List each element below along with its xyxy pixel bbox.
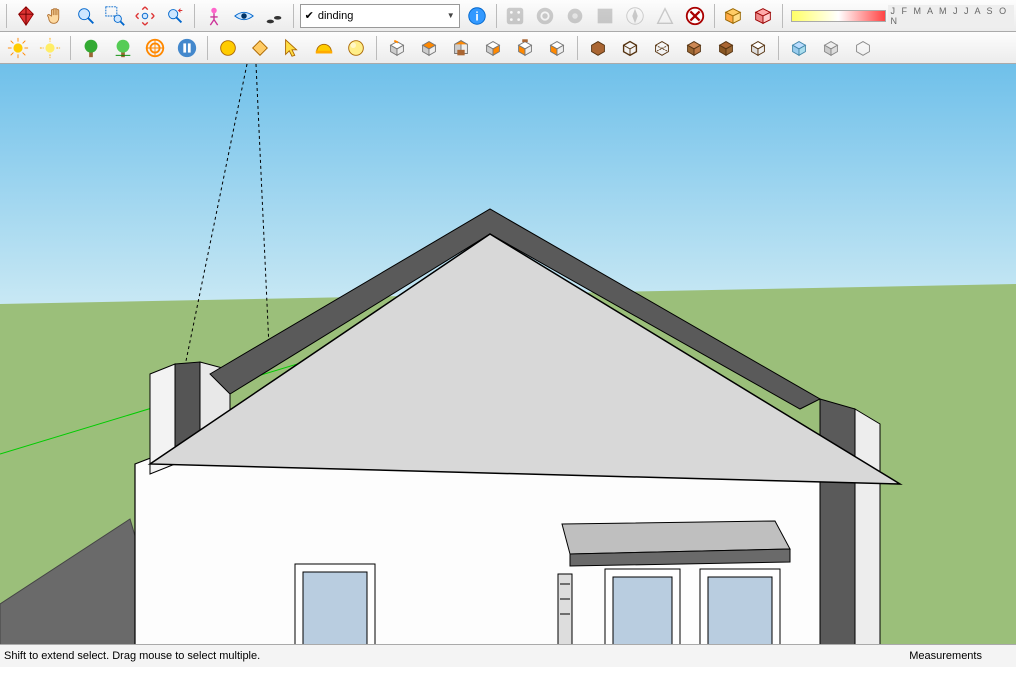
separator — [778, 36, 779, 60]
status-hint: Shift to extend select. Drag mouse to se… — [4, 650, 260, 662]
zoom-window-icon[interactable] — [102, 1, 130, 31]
measurements-divider — [893, 650, 909, 662]
separator — [376, 36, 377, 60]
triangle-icon[interactable] — [651, 1, 679, 31]
separator — [293, 4, 294, 28]
status-bar: Shift to extend select. Drag mouse to se… — [0, 644, 1016, 667]
toolbar-row-2 — [0, 32, 1016, 64]
target-icon[interactable] — [140, 33, 170, 63]
style5-icon[interactable] — [711, 33, 741, 63]
box1-icon[interactable] — [719, 1, 747, 31]
magnifier-icon[interactable] — [72, 1, 100, 31]
info-icon[interactable]: i — [463, 1, 491, 31]
person-icon[interactable] — [200, 1, 228, 31]
front-icon[interactable] — [446, 33, 476, 63]
left-icon[interactable] — [542, 33, 572, 63]
render2-icon[interactable] — [816, 33, 846, 63]
style2-icon[interactable] — [615, 33, 645, 63]
box2-icon[interactable] — [749, 1, 777, 31]
ball-icon[interactable] — [213, 33, 243, 63]
ball2-icon[interactable] — [341, 33, 371, 63]
layer-dropdown[interactable]: ✔ dinding ▼ — [300, 4, 460, 28]
sun-gradient — [791, 10, 885, 22]
compass-icon[interactable] — [621, 1, 649, 31]
right-icon[interactable] — [478, 33, 508, 63]
separator — [577, 36, 578, 60]
gear3-icon[interactable] — [591, 1, 619, 31]
separator — [714, 4, 715, 28]
iso-icon[interactable] — [382, 33, 412, 63]
chevron-down-icon: ▼ — [447, 11, 455, 20]
render3-icon[interactable] — [848, 33, 878, 63]
check-icon: ✔ — [305, 9, 314, 22]
toolbar-row-1: ✔ dinding ▼ i J F M A M J J A S O N — [0, 0, 1016, 32]
top-icon[interactable] — [414, 33, 444, 63]
gear-icon[interactable] — [531, 1, 559, 31]
x-icon[interactable] — [681, 1, 709, 31]
tree2-icon[interactable] — [108, 33, 138, 63]
zoom-extents-icon[interactable] — [131, 1, 159, 31]
style3-icon[interactable] — [647, 33, 677, 63]
kite-icon[interactable] — [12, 1, 40, 31]
3d-viewport[interactable] — [0, 64, 1016, 644]
walk-icon[interactable] — [260, 1, 288, 31]
gear2-icon[interactable] — [561, 1, 589, 31]
back-icon[interactable] — [510, 33, 540, 63]
cursor-icon[interactable] — [277, 33, 307, 63]
zoom-prev-icon[interactable] — [161, 1, 189, 31]
render1-icon[interactable] — [784, 33, 814, 63]
svg-text:i: i — [475, 9, 478, 23]
measurements-label: Measurements — [909, 650, 982, 662]
sun1-icon[interactable] — [3, 33, 33, 63]
tree1-icon[interactable] — [76, 33, 106, 63]
helmet-icon[interactable] — [309, 33, 339, 63]
month-scale: J F M A M J J A S O N — [888, 5, 1015, 27]
diamond-icon[interactable] — [245, 33, 275, 63]
style4-icon[interactable] — [679, 33, 709, 63]
style6-icon[interactable] — [743, 33, 773, 63]
eye-icon[interactable] — [230, 1, 258, 31]
separator — [207, 36, 208, 60]
layer-name: dinding — [318, 10, 353, 22]
separator — [70, 36, 71, 60]
dice-icon[interactable] — [501, 1, 529, 31]
separator — [496, 4, 497, 28]
style1-icon[interactable] — [583, 33, 613, 63]
separator — [782, 4, 783, 28]
hand-icon[interactable] — [42, 1, 70, 31]
separator — [194, 4, 195, 28]
sun2-icon[interactable] — [35, 33, 65, 63]
separator — [6, 4, 7, 28]
pause-icon[interactable] — [172, 33, 202, 63]
